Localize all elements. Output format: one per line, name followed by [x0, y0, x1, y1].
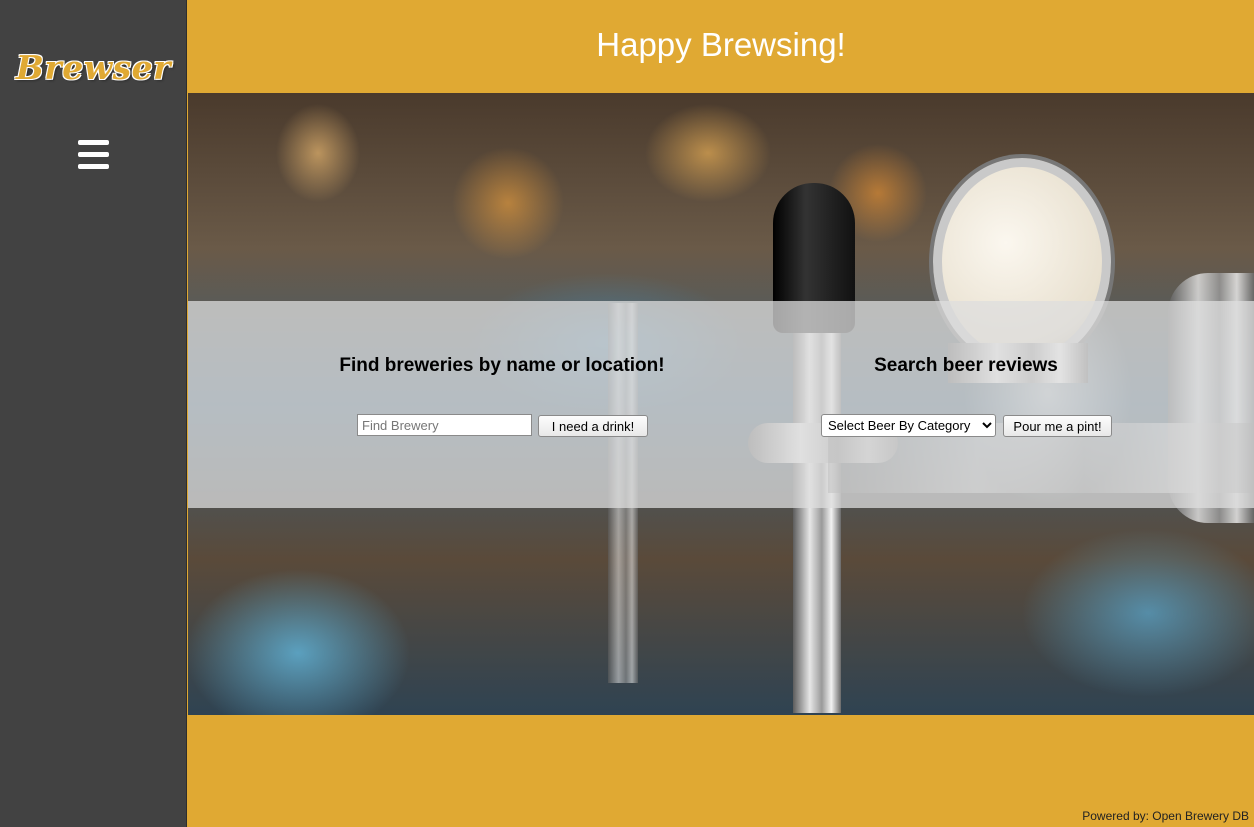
page-title: Happy Brewsing!	[596, 26, 846, 63]
search-panel: Find breweries by name or location! I ne…	[188, 301, 1254, 508]
menu-bar	[78, 164, 109, 169]
i-need-a-drink-button[interactable]: I need a drink!	[538, 415, 648, 437]
menu-bar	[78, 152, 109, 157]
footer: Powered by: Open Brewery DB	[188, 715, 1254, 827]
brewery-search-heading: Find breweries by name or location!	[339, 355, 665, 376]
brewery-search-section: Find breweries by name or location! I ne…	[264, 301, 740, 508]
find-brewery-input[interactable]	[357, 414, 532, 436]
brewser-logo[interactable]: Brewser	[0, 48, 187, 87]
powered-by-credit: Powered by: Open Brewery DB	[1082, 809, 1249, 823]
pour-me-a-pint-button[interactable]: Pour me a pint!	[1003, 415, 1112, 437]
page-header: Happy Brewsing!	[188, 0, 1254, 93]
beer-review-section: Search beer reviews Select Beer By Categ…	[816, 301, 1116, 508]
beer-category-select[interactable]: Select Beer By Category	[821, 414, 996, 437]
beer-review-heading: Search beer reviews	[874, 355, 1058, 376]
sidebar: Brewser	[0, 0, 187, 827]
menu-bar	[78, 140, 109, 145]
hamburger-menu-icon[interactable]	[78, 140, 109, 169]
